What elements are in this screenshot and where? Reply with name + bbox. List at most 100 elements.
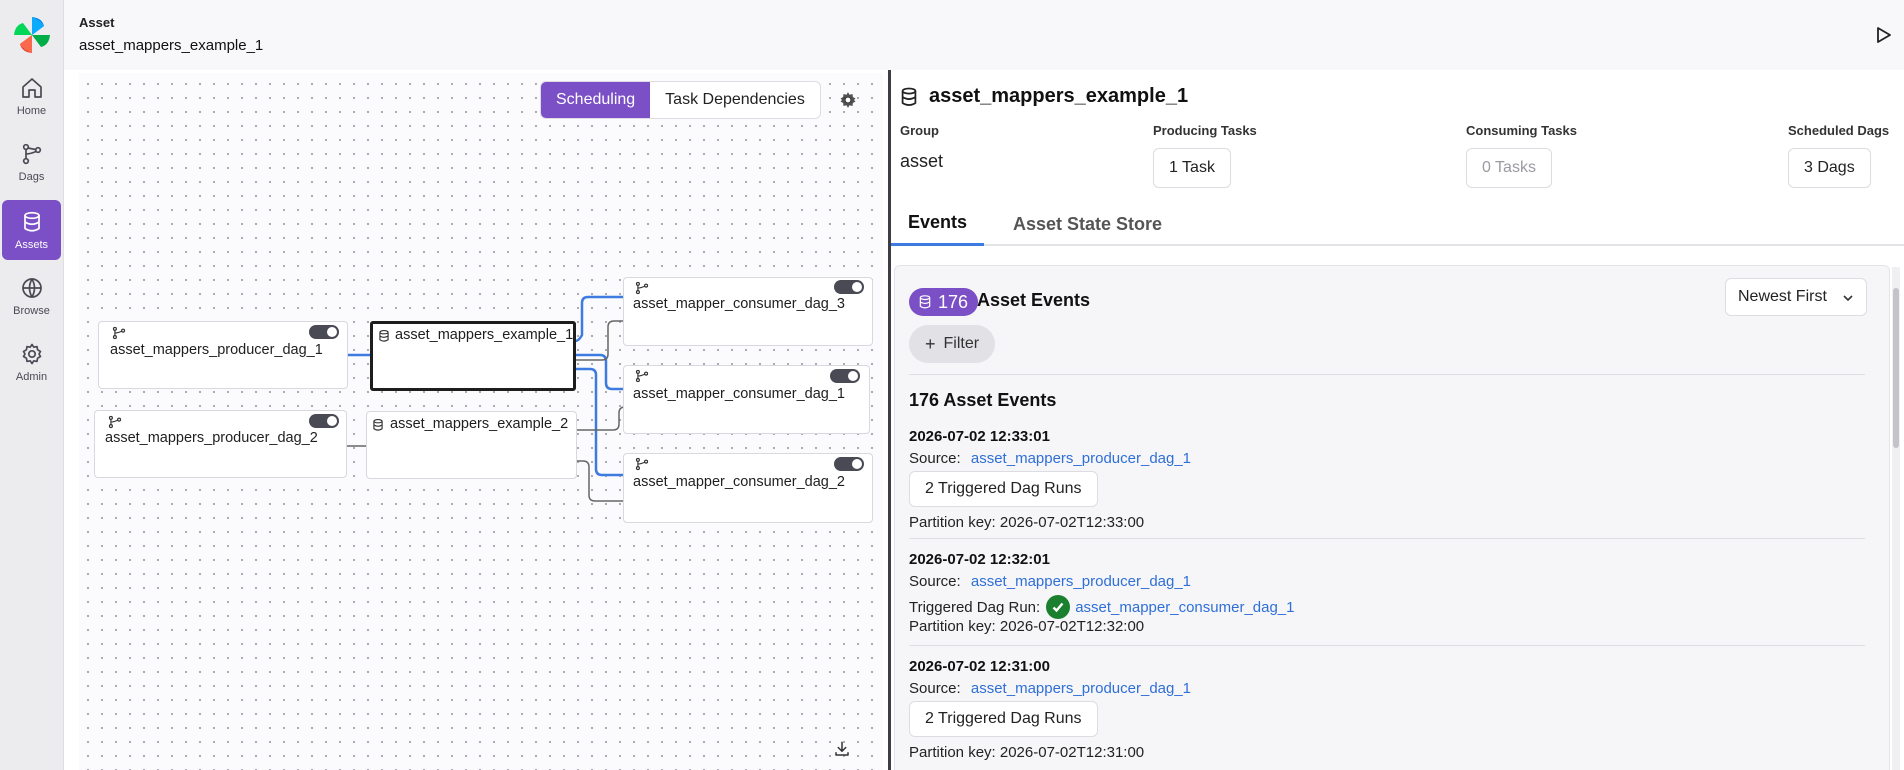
- event-timestamp: 2026-07-02 12:32:01: [909, 551, 1050, 568]
- nav-home[interactable]: Home: [2, 66, 61, 126]
- scheduled-dags-button[interactable]: 3 Dags: [1788, 148, 1871, 188]
- scheduled-dags-label: Scheduled Dags: [1788, 123, 1890, 138]
- home-icon: [21, 77, 42, 98]
- node-consumer-dag-1[interactable]: asset_mapper_consumer_dag_1: [623, 365, 870, 434]
- dag-pause-toggle[interactable]: [309, 325, 339, 339]
- dag-pause-toggle[interactable]: [830, 369, 860, 383]
- node-label: asset_mappers_producer_dag_2: [105, 430, 318, 446]
- task-dependencies-toggle-button[interactable]: Task Dependencies: [650, 82, 820, 118]
- node-producer-dag-1[interactable]: asset_mappers_producer_dag_1: [98, 321, 348, 389]
- events-scrollbar-thumb[interactable]: [1893, 288, 1899, 448]
- source-dag-link[interactable]: asset_mappers_producer_dag_1: [971, 680, 1191, 697]
- nav-dags[interactable]: Dags: [2, 132, 61, 192]
- sort-order-value: Newest First: [1738, 288, 1827, 305]
- node-label: asset_mapper_consumer_dag_3: [633, 296, 845, 312]
- node-producer-dag-2[interactable]: asset_mappers_producer_dag_2: [94, 410, 347, 478]
- nav-browse[interactable]: Browse: [2, 266, 61, 326]
- partition-key: Partition key: 2026-07-02T12:33:00: [909, 514, 1145, 531]
- event-source: Source: asset_mappers_producer_dag_1: [909, 680, 1191, 697]
- source-label: Source:: [909, 680, 961, 697]
- triggered-dag-run-link[interactable]: asset_mapper_consumer_dag_1: [1075, 599, 1294, 616]
- edge-asset1-consumer2: [575, 367, 623, 477]
- plus-icon: +: [925, 334, 936, 354]
- filter-label: Filter: [943, 335, 980, 352]
- triggered-dag-runs-button[interactable]: 2 Triggered Dag Runs: [909, 471, 1098, 507]
- divider: [909, 374, 1865, 375]
- group-value: asset: [900, 151, 944, 171]
- triggered-dag-runs-button[interactable]: 2 Triggered Dag Runs: [909, 701, 1098, 737]
- gear-icon: [22, 343, 41, 364]
- graph-mode-toggle: Scheduling Task Dependencies: [540, 81, 821, 119]
- asset-title: asset_mappers_example_1: [929, 85, 1189, 107]
- play-icon[interactable]: [1872, 24, 1894, 46]
- event-count: 176: [938, 291, 969, 312]
- source-dag-link[interactable]: asset_mappers_producer_dag_1: [971, 450, 1191, 467]
- sort-order-select[interactable]: Newest First: [1725, 278, 1867, 316]
- nav-assets[interactable]: Assets: [2, 200, 61, 260]
- event-timestamp: 2026-07-02 12:31:00: [909, 658, 1050, 675]
- asset-events-title: Asset Events: [977, 290, 1091, 310]
- triggered-dag-run-label: Triggered Dag Run:: [909, 598, 1041, 616]
- nav-browse-label: Browse: [13, 304, 50, 317]
- graph-settings-icon[interactable]: [839, 91, 857, 109]
- group-label: Group: [900, 123, 939, 138]
- consuming-tasks-button: 0 Tasks: [1466, 148, 1552, 188]
- partition-key: Partition key: 2026-07-02T12:31:00: [909, 744, 1145, 761]
- detail-tabs: Events Asset State Store: [891, 202, 1904, 246]
- globe-icon: [21, 277, 42, 298]
- source-dag-link[interactable]: asset_mappers_producer_dag_1: [971, 573, 1191, 590]
- node-label: asset_mapper_consumer_dag_2: [633, 474, 845, 490]
- asset-icon: [373, 418, 383, 431]
- event-item: 2026-07-02 12:33:01 Source: asset_mapper…: [909, 428, 1865, 531]
- dag-icon: [635, 457, 649, 471]
- nav-admin-label: Admin: [15, 370, 48, 383]
- node-asset-example-2[interactable]: asset_mappers_example_2: [366, 411, 577, 479]
- event-item: 2026-07-02 12:31:00 Source: asset_mapper…: [909, 658, 1865, 768]
- tab-asset-state-store[interactable]: Asset State Store: [1002, 202, 1173, 246]
- producing-tasks-label: Producing Tasks: [1153, 123, 1257, 138]
- filter-button[interactable]: + Filter: [909, 325, 996, 363]
- event-source: Source: asset_mappers_producer_dag_1: [909, 450, 1191, 467]
- triggered-dag-run: Triggered Dag Run: asset_mapper_consumer…: [909, 595, 1295, 619]
- asset-graph[interactable]: Scheduling Task Dependencies asset_mappe…: [79, 73, 883, 770]
- event-source: Source: asset_mappers_producer_dag_1: [909, 573, 1191, 590]
- nav-home-label: Home: [16, 104, 47, 117]
- dag-icon: [108, 415, 122, 429]
- node-asset-example-1[interactable]: asset_mappers_example_1: [370, 321, 576, 391]
- dag-pause-toggle[interactable]: [309, 414, 339, 428]
- node-label: asset_mappers_example_2: [390, 416, 569, 432]
- edge-asset2-consumer2: [577, 460, 624, 502]
- edge-asset1-consumer3: [574, 295, 623, 343]
- dag-pause-toggle[interactable]: [834, 280, 864, 294]
- nav-assets-label: Assets: [14, 238, 48, 251]
- asset-icon: [379, 329, 389, 342]
- asset-icon: [901, 87, 917, 106]
- airflow-logo-icon[interactable]: [11, 14, 53, 56]
- producing-tasks-button[interactable]: 1 Task: [1153, 148, 1231, 188]
- assets-icon: [23, 211, 40, 232]
- node-consumer-dag-2[interactable]: asset_mapper_consumer_dag_2: [623, 453, 873, 523]
- source-label: Source:: [909, 450, 961, 467]
- dag-icon: [635, 281, 649, 295]
- nav-admin[interactable]: Admin: [2, 332, 61, 392]
- dag-icon: [112, 326, 126, 340]
- consuming-tasks-label: Consuming Tasks: [1466, 123, 1578, 138]
- node-consumer-dag-3[interactable]: asset_mapper_consumer_dag_3: [623, 277, 873, 346]
- asset-events-card: 176 Asset Events Newest First + Filter 1…: [894, 265, 1890, 770]
- breadcrumb-section: Asset: [79, 15, 115, 30]
- asset-detail-panel: asset_mappers_example_1 Group asset Prod…: [891, 70, 1904, 770]
- asset-icon: [919, 295, 931, 309]
- tab-events[interactable]: Events: [891, 202, 985, 246]
- node-label: asset_mappers_producer_dag_1: [110, 342, 323, 358]
- download-icon[interactable]: [833, 740, 851, 758]
- dag-icon: [635, 369, 649, 383]
- page-title: asset_mappers_example_1: [79, 37, 264, 54]
- scheduling-toggle-button[interactable]: Scheduling: [541, 82, 651, 118]
- page-header: Asset asset_mappers_example_1: [64, 0, 1904, 70]
- divider: [909, 645, 1865, 646]
- dag-pause-toggle[interactable]: [834, 457, 864, 471]
- event-timestamp: 2026-07-02 12:33:01: [909, 428, 1050, 445]
- divider: [909, 538, 1865, 539]
- partition-key: Partition key: 2026-07-02T12:32:00: [909, 618, 1145, 635]
- node-label: asset_mappers_example_1: [395, 327, 574, 343]
